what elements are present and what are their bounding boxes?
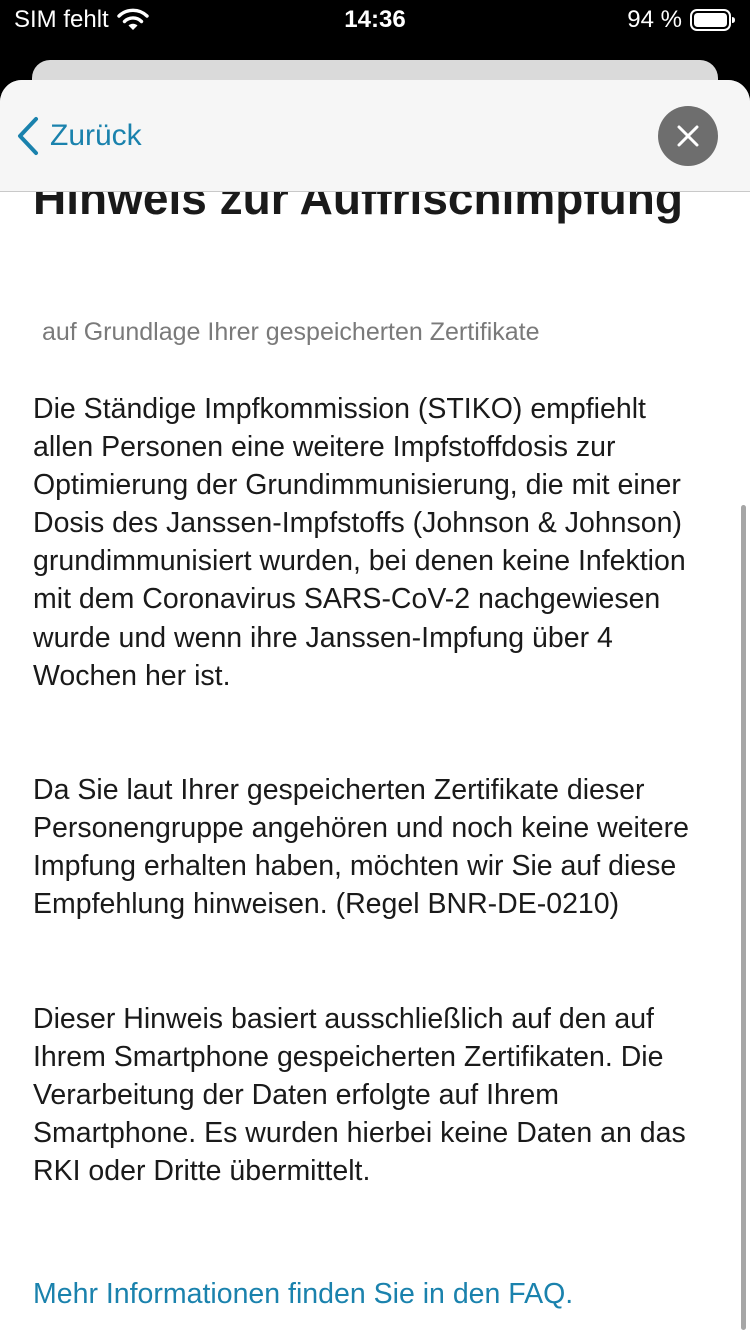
back-button[interactable]: Zurück xyxy=(16,116,142,156)
navigation-bar: Zurück xyxy=(0,80,750,192)
close-icon xyxy=(677,125,699,147)
modal-sheet: Hinweis zur Auffrischimpfung auf Grundla… xyxy=(0,80,750,1334)
chevron-left-icon xyxy=(18,117,38,155)
status-bar: SIM fehlt 14:36 94 % xyxy=(0,0,750,44)
info-paragraph-group: Da Sie laut Ihrer gespeicherten Zertifik… xyxy=(33,774,689,921)
battery-percent: 94 % xyxy=(627,6,682,33)
close-button[interactable] xyxy=(658,106,718,166)
back-label: Zurück xyxy=(50,119,142,152)
page-subtitle: auf Grundlage Ihrer gespeicherten Zertif… xyxy=(42,318,540,346)
battery-icon xyxy=(690,9,735,31)
faq-link[interactable]: Mehr Informationen finden Sie in den FAQ… xyxy=(33,1275,573,1313)
scrollbar[interactable] xyxy=(741,505,746,1330)
info-paragraph-stiko: Die Ständige Impfkommission (STIKO) empf… xyxy=(33,393,686,692)
info-paragraph-privacy: Dieser Hinweis basiert ausschließlich au… xyxy=(33,1003,686,1188)
battery-status: 94 % xyxy=(627,6,736,34)
scroll-content[interactable]: Hinweis zur Auffrischimpfung auf Grundla… xyxy=(0,80,750,1334)
